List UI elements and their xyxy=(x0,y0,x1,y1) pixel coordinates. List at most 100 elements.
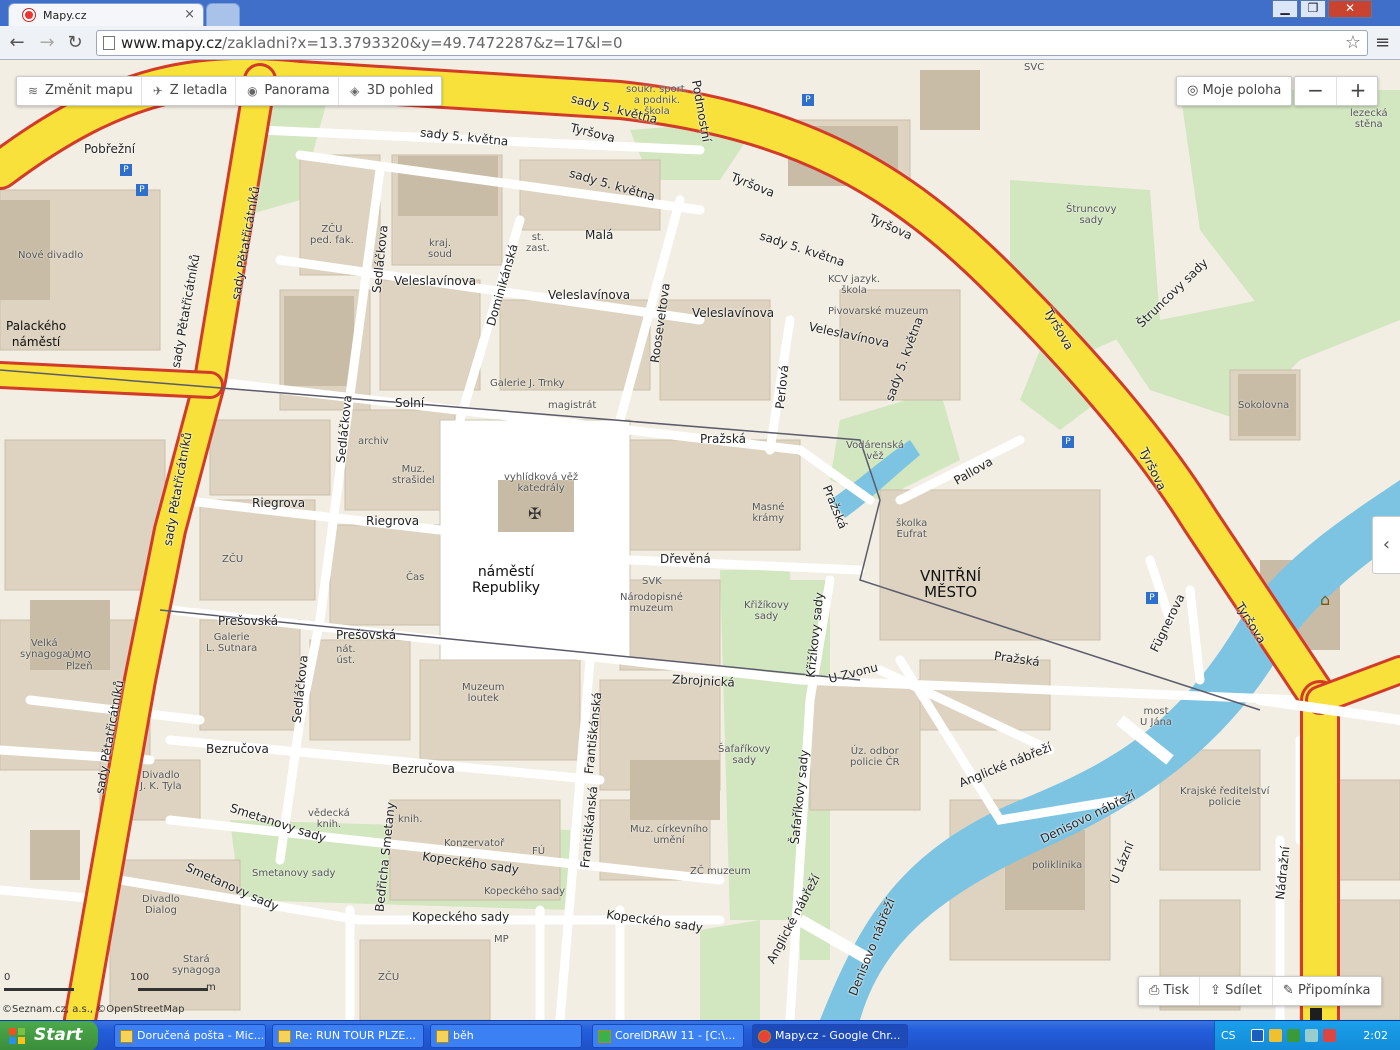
street-label: Veleslavínova xyxy=(548,288,631,302)
start-button[interactable]: Start xyxy=(0,1021,98,1050)
poi-label: Čas xyxy=(406,572,425,583)
zoom-in-button[interactable]: + xyxy=(1337,77,1379,105)
poi-label: vědecká knih. xyxy=(308,808,350,830)
tab-close-icon[interactable]: × xyxy=(184,7,195,22)
folder-icon xyxy=(436,1030,449,1043)
tray-app-icon[interactable] xyxy=(1269,1029,1282,1042)
parking-icon[interactable]: P xyxy=(1146,592,1158,604)
windows-flag-icon xyxy=(9,1028,25,1044)
poi-label: knih. xyxy=(398,814,423,825)
panorama-button[interactable]: ◉ Panorama xyxy=(236,77,339,105)
windows-taskbar: Start Doručená pošta - Mic... Re: RUN TO… xyxy=(0,1020,1400,1050)
side-panel-toggle[interactable]: ‹ xyxy=(1372,516,1400,574)
street-label: Bezručova xyxy=(206,742,269,756)
poi-label: Divadlo J. K. Tyla xyxy=(140,770,182,792)
tray-security-icon[interactable] xyxy=(1323,1029,1336,1042)
task-chrome[interactable]: Mapy.cz - Google Chr... xyxy=(752,1024,908,1048)
poi-label: SVK xyxy=(642,576,662,587)
poi-label: Nové divadlo xyxy=(18,250,84,261)
location-icon: ◎ xyxy=(1187,83,1199,98)
parking-icon[interactable]: P xyxy=(136,184,148,196)
print-label: Tisk xyxy=(1163,983,1190,998)
airplane-icon: ✈ xyxy=(152,84,163,98)
poi-label: magistrát xyxy=(548,400,597,411)
browser-menu-icon[interactable]: ≡ xyxy=(1375,32,1390,53)
window-restore-button[interactable]: ❐ xyxy=(1300,0,1326,18)
task-email[interactable]: Re: RUN TOUR PLZE... xyxy=(272,1024,424,1048)
street-label: Dřevěná xyxy=(660,552,711,566)
poi-label: Masné krámy xyxy=(752,502,785,524)
tray-arrow-icon[interactable] xyxy=(1251,1029,1264,1042)
parking-icon[interactable]: P xyxy=(802,94,814,106)
map-canvas[interactable]: Tyršova Tyršova Tyršova Tyršova Tyršova … xyxy=(0,60,1400,1020)
bottom-tools: ⎙ Tisk ⇪ Sdílet ✎ Připomínka xyxy=(1138,976,1382,1006)
panorama-label: Panorama xyxy=(264,83,330,98)
street-label: Riegrova xyxy=(366,514,420,528)
task-label: Doručená pošta - Mic... xyxy=(137,1029,265,1042)
street-label: Bezručova xyxy=(392,762,455,776)
change-map-button[interactable]: ≋ Změnit mapu xyxy=(17,77,142,105)
poi-label: st. zast. xyxy=(526,232,550,254)
aerial-button[interactable]: ✈ Z letadla xyxy=(142,77,237,105)
task-label: běh xyxy=(453,1029,474,1042)
museum-icon[interactable]: ⌂ xyxy=(1320,590,1330,609)
print-button[interactable]: ⎙ Tisk xyxy=(1139,977,1201,1005)
tray-network-icon[interactable] xyxy=(1287,1029,1300,1042)
language-indicator[interactable]: CS xyxy=(1221,1029,1236,1042)
map-scale: 0 100 m xyxy=(2,972,222,1000)
tray-volume-icon[interactable] xyxy=(1305,1029,1318,1042)
task-label: CorelDRAW 11 - [C:\... xyxy=(615,1029,736,1042)
address-url[interactable]: www.mapy.cz/zakladni?x=13.3793320&y=49.7… xyxy=(121,34,623,52)
cube-icon: ◈ xyxy=(350,84,360,98)
back-arrow-icon[interactable]: ← xyxy=(6,32,28,54)
street-label: Malá xyxy=(585,228,614,242)
poi-label: Velká synagoga xyxy=(20,638,69,660)
window-minimize-button[interactable]: ▁ xyxy=(1272,0,1298,18)
task-folder[interactable]: běh xyxy=(430,1024,582,1048)
note-button[interactable]: ✎ Připomínka xyxy=(1273,977,1381,1005)
page-icon xyxy=(103,36,115,50)
church-icon[interactable]: ✠ xyxy=(528,504,541,523)
place-label-palackeho: Palackého náměstí xyxy=(6,319,67,349)
new-tab-button[interactable] xyxy=(206,3,240,26)
share-button[interactable]: ⇪ Sdílet xyxy=(1200,977,1273,1005)
traffic-light-icon xyxy=(1310,1008,1322,1020)
task-coreldraw[interactable]: CorelDRAW 11 - [C:\... xyxy=(592,1024,744,1048)
zoom-out-button[interactable]: − xyxy=(1295,77,1337,105)
3d-view-button[interactable]: ◈ 3D pohled xyxy=(339,77,442,105)
poi-label: ÚMO Plzeň xyxy=(66,650,93,672)
mapy-favicon-icon xyxy=(23,9,35,21)
browser-titlebar: Mapy.cz × ▁ ❐ ✕ xyxy=(0,0,1400,26)
system-tray: CS 2:02 xyxy=(1214,1021,1400,1050)
poi-label: Konzervatoř xyxy=(444,838,505,849)
layers-icon: ≋ xyxy=(27,84,39,98)
share-icon: ⇪ xyxy=(1210,983,1221,998)
poi-label: Muz. strašidel xyxy=(392,464,435,486)
poi-label: Divadlo Dialog xyxy=(142,894,180,916)
poi-label: poliklinika xyxy=(1032,860,1083,871)
task-outlook[interactable]: Doručená pošta - Mic... xyxy=(114,1024,266,1048)
bookmark-star-icon[interactable]: ☆ xyxy=(1345,32,1361,53)
poi-label: archiv xyxy=(358,436,389,447)
task-label: Mapy.cz - Google Chr... xyxy=(775,1029,901,1042)
poi-label: Úz. odbor policie ČR xyxy=(850,746,900,768)
square-republiky xyxy=(439,419,631,661)
parking-icon[interactable]: P xyxy=(120,164,132,176)
outlook-icon xyxy=(120,1030,133,1043)
reload-icon[interactable]: ↻ xyxy=(64,32,86,54)
browser-tab[interactable]: Mapy.cz × xyxy=(8,3,204,26)
start-label: Start xyxy=(34,1025,83,1045)
map-copyright: ©Seznam.cz, a.s., ©OpenStreetMap xyxy=(2,1004,185,1015)
address-bar[interactable]: www.mapy.cz/zakladni?x=13.3793320&y=49.7… xyxy=(96,30,1368,56)
poi-label: SVC xyxy=(1024,62,1045,73)
my-location-label: Moje poloha xyxy=(1202,83,1282,98)
email-icon xyxy=(278,1030,291,1043)
my-location-button[interactable]: ◎ Moje poloha xyxy=(1176,76,1293,106)
window-close-button[interactable]: ✕ xyxy=(1328,0,1372,18)
browser-toolbar: ← → ↻ www.mapy.cz/zakladni?x=13.3793320&… xyxy=(0,26,1400,60)
street-label: Pražská xyxy=(700,432,746,446)
parking-icon[interactable]: P xyxy=(1062,436,1074,448)
forward-arrow-icon[interactable]: → xyxy=(36,32,58,54)
poi-label: MP xyxy=(494,934,509,945)
poi-label: lezecká stěna xyxy=(1350,108,1388,130)
